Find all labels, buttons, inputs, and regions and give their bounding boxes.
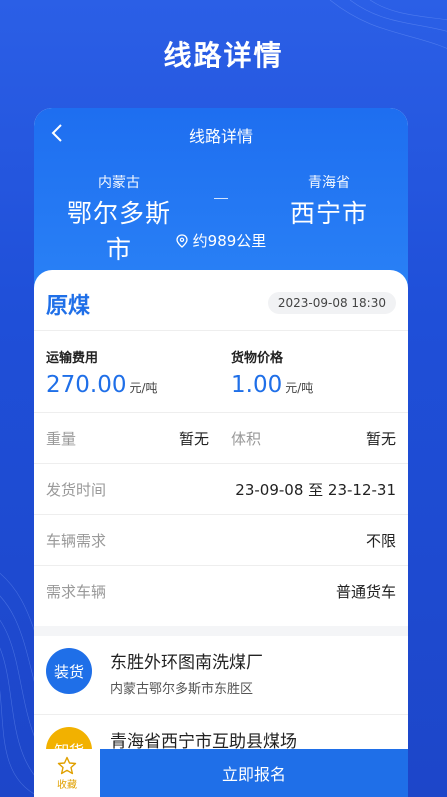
loading-title: 东胜外环图南洗煤厂: [110, 653, 263, 673]
promo-title: 线路详情: [163, 39, 284, 72]
origin-province: 内蒙古: [98, 175, 140, 191]
weight-label: 重量: [46, 430, 77, 448]
volume-label: 体积: [231, 430, 262, 448]
signup-button[interactable]: 立即报名: [100, 749, 408, 797]
location-pin-icon: [176, 233, 188, 248]
nav-bar: 线路详情: [34, 108, 408, 158]
goods-price-unit: 元/吨: [285, 381, 314, 395]
cargo-name: 原煤: [46, 294, 91, 319]
publish-time: 2023-09-08 18:30: [267, 292, 396, 314]
destination: 青海省 西宁市: [274, 172, 384, 230]
cargo-head: 原煤 2023-09-08 18:30: [34, 270, 408, 330]
goods-price-label: 货物价格: [231, 351, 284, 366]
freight-label: 运输费用: [46, 351, 99, 366]
freight-value: 270.00: [46, 372, 127, 398]
vehicle-type-label: 需求车辆: [46, 583, 107, 601]
loading-address: 内蒙古鄂尔多斯市东胜区: [110, 682, 254, 697]
weight-value: 暂无: [179, 430, 210, 448]
distance: 约989公里: [34, 230, 408, 251]
route-row: 内蒙古 鄂尔多斯市 青海省 西宁市: [34, 158, 408, 264]
freight: 运输费用 270.00 元/吨: [46, 347, 158, 398]
bottom-bar: 收藏 立即报名: [34, 749, 408, 797]
ship-time-row: 发货时间 23-09-08 至 23-12-31: [34, 463, 408, 514]
loading-badge: 装货: [46, 648, 92, 694]
vehicle-type-value: 普通货车: [335, 583, 396, 601]
route-dash: [214, 198, 228, 199]
destination-city: 西宁市: [289, 199, 368, 228]
destination-province: 青海省: [308, 175, 350, 191]
freight-unit: 元/吨: [129, 381, 158, 395]
list-item[interactable]: 装货 东胜外环图南洗煤厂 内蒙古鄂尔多斯市东胜区: [34, 636, 408, 715]
goods-price-value: 1.00: [231, 372, 283, 398]
vehicle-type-row: 需求车辆 普通货车: [34, 565, 408, 616]
nav-title: 线路详情: [188, 127, 253, 146]
distance-text: 约989公里: [192, 232, 267, 250]
goods-price: 货物价格 1.00 元/吨: [231, 347, 313, 398]
favorite-label: 收藏: [57, 779, 77, 791]
volume-value: 暂无: [365, 430, 396, 448]
phone-screen: 线路详情 内蒙古 鄂尔多斯市 青海省 西宁市 约989公里 原煤 2023-09…: [34, 108, 408, 797]
vehicle-req-label: 车辆需求: [46, 532, 107, 550]
origin: 内蒙古 鄂尔多斯市: [64, 172, 174, 266]
weight-volume-row: 重量 暂无 体积 暂无: [34, 412, 408, 463]
star-icon: [57, 756, 77, 774]
vehicle-req-value: 不限: [365, 532, 396, 550]
vehicle-req-row: 车辆需求 不限: [34, 514, 408, 565]
ship-time-value: 23-09-08 至 23-12-31: [235, 481, 396, 499]
ship-time-label: 发货时间: [46, 481, 107, 499]
price-row: 运输费用 270.00 元/吨 货物价格 1.00 元/吨: [34, 330, 408, 412]
cargo-card: 原煤 2023-09-08 18:30 运输费用 270.00 元/吨 货物价格 …: [34, 270, 408, 626]
favorite-button[interactable]: 收藏: [34, 749, 100, 797]
